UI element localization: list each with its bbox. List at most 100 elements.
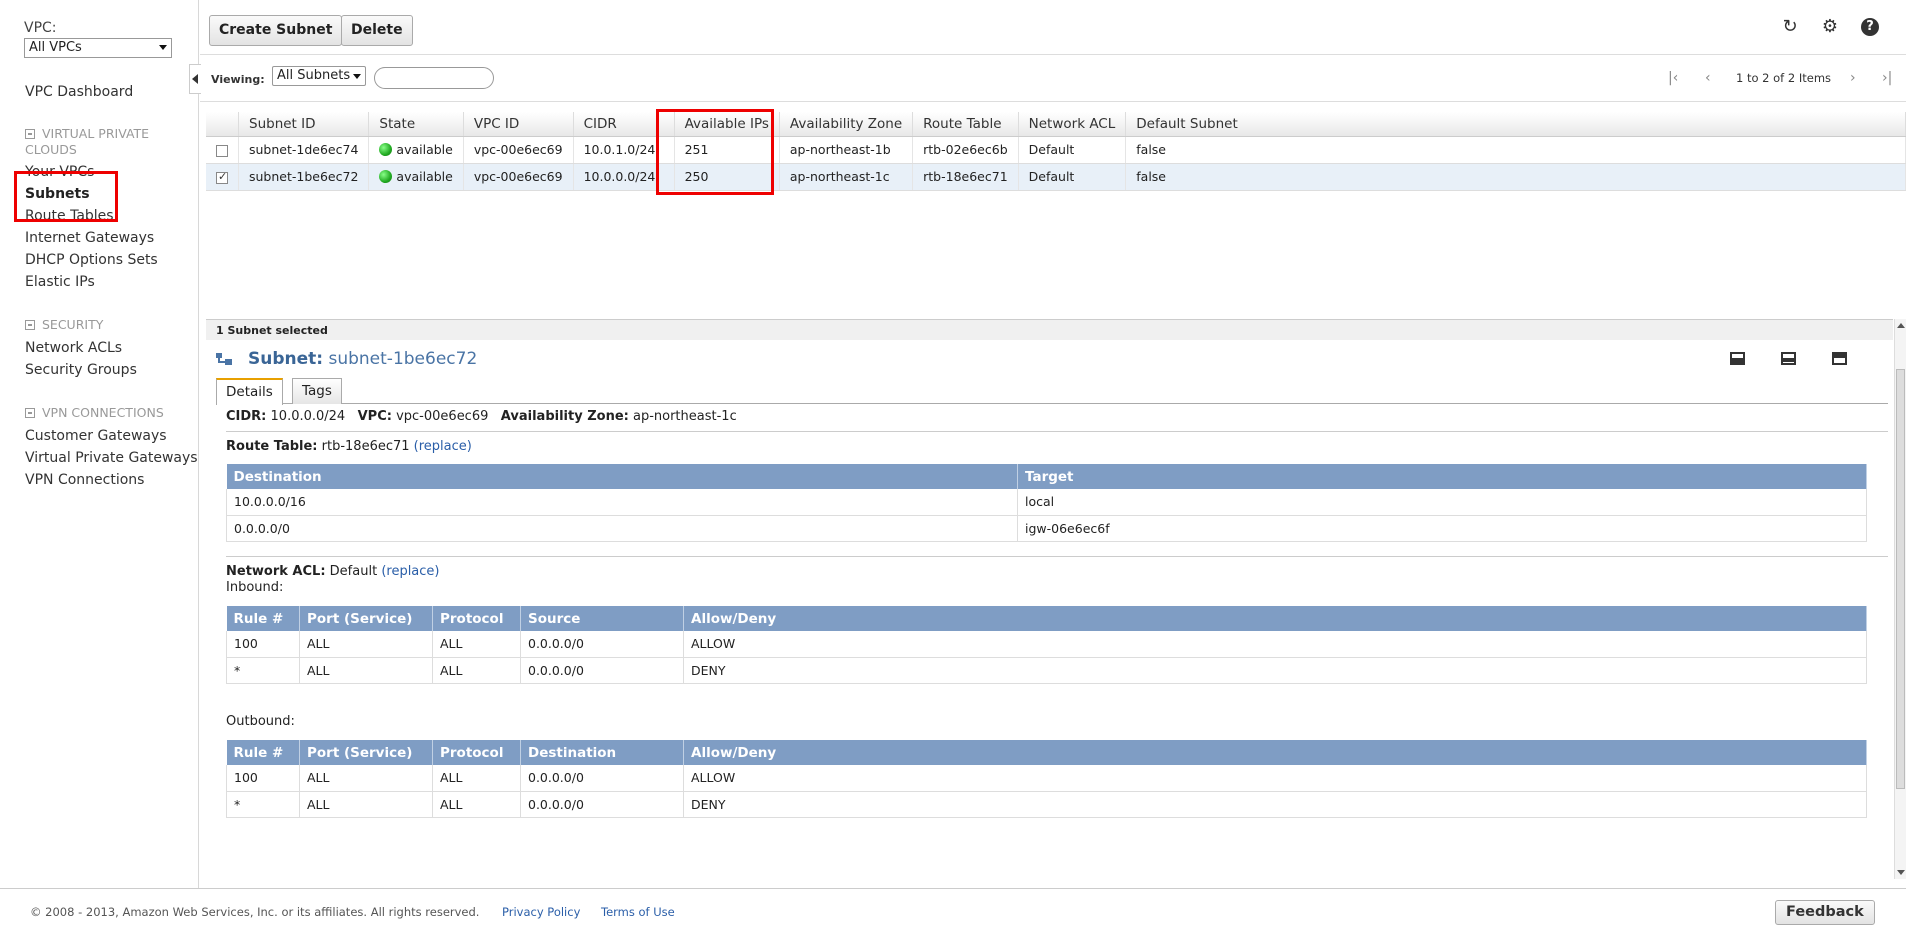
details-title-label: Subnet: xyxy=(248,349,324,369)
last-page-icon[interactable]: ›| xyxy=(1882,70,1892,86)
table-cell: DENY xyxy=(683,657,1867,684)
table-cell: ALL xyxy=(299,631,433,658)
state-text: available xyxy=(396,169,453,184)
section-virtual-private-clouds[interactable]: VIRTUAL PRIVATE CLOUDS xyxy=(25,126,175,158)
collapse-icon[interactable] xyxy=(25,408,35,418)
cidr-cell: 10.0.1.0/24 xyxy=(573,136,675,164)
sidebar-item-vpc-dashboard[interactable]: VPC Dashboard xyxy=(25,84,133,100)
state-cell: available xyxy=(368,163,464,191)
first-page-icon[interactable]: |‹ xyxy=(1668,70,1678,86)
table-cell: ALL xyxy=(432,791,521,818)
column-header: Destination xyxy=(520,740,684,765)
sidebar-item-vpn-connections[interactable]: VPN Connections xyxy=(25,472,144,488)
sidebar-item-internet-gateways[interactable]: Internet Gateways xyxy=(25,230,154,246)
terms-of-use-link[interactable]: Terms of Use xyxy=(601,905,675,919)
scrollbar-thumb[interactable] xyxy=(1896,369,1905,789)
viewing-select-value: All Subnets xyxy=(277,68,351,83)
scroll-up-icon[interactable] xyxy=(1897,323,1905,328)
pane-split-icon[interactable] xyxy=(1781,352,1796,365)
details-scrollbar[interactable] xyxy=(1894,319,1906,879)
viewing-select[interactable]: All Subnets xyxy=(272,66,366,86)
column-header[interactable]: Subnet ID xyxy=(238,112,370,137)
tab-tags[interactable]: Tags xyxy=(292,378,342,404)
default-subnet-cell: false xyxy=(1125,136,1906,164)
sidebar-item-network-acls[interactable]: Network ACLs xyxy=(25,340,122,356)
feedback-button[interactable]: Feedback xyxy=(1775,900,1875,925)
create-subnet-button[interactable]: Create Subnet xyxy=(209,15,343,46)
pagination-text: 1 to 2 of 2 Items xyxy=(1736,71,1832,85)
column-header[interactable]: CIDR xyxy=(573,112,675,137)
column-header[interactable]: Available IPs xyxy=(674,112,780,137)
details-title-value: subnet-1be6ec72 xyxy=(328,349,478,369)
table-row: 0.0.0.0/0 igw-06e6ec6f xyxy=(226,515,1867,542)
table-cell: ALL xyxy=(432,631,521,658)
subnet-icon xyxy=(216,353,232,367)
next-page-icon[interactable]: › xyxy=(1850,70,1856,86)
scroll-down-icon[interactable] xyxy=(1897,870,1905,875)
row-checkbox[interactable] xyxy=(216,170,228,184)
sidebar-item-customer-gateways[interactable]: Customer Gateways xyxy=(25,428,167,444)
sidebar-item-route-tables[interactable]: Route Tables xyxy=(25,208,114,224)
copyright-text: © 2008 - 2013, Amazon Web Services, Inc.… xyxy=(30,905,480,919)
table-row: * ALL ALL 0.0.0.0/0 DENY xyxy=(226,657,1867,684)
sidebar-item-virtual-private-gateways[interactable]: Virtual Private Gateways xyxy=(25,450,198,466)
privacy-policy-link[interactable]: Privacy Policy xyxy=(502,905,580,919)
network-acl-line: Network ACL: Default (replace) xyxy=(226,564,440,579)
route-table-label: Route Table: xyxy=(226,439,318,454)
route-table: Destination Target 10.0.0.0/16 local 0.0… xyxy=(226,464,1867,542)
table-header-row: Destination Target xyxy=(226,464,1867,489)
table-cell: ALLOW xyxy=(683,631,1867,658)
replace-network-acl-link[interactable]: (replace) xyxy=(381,564,439,579)
details-tabs: Details Tags xyxy=(216,378,1888,405)
sidebar-item-subnets[interactable]: Subnets xyxy=(25,186,90,202)
pane-bottom-icon[interactable] xyxy=(1730,352,1745,365)
table-cell: igw-06e6ec6f xyxy=(1017,515,1867,542)
row-checkbox[interactable] xyxy=(216,144,228,157)
column-header[interactable]: Default Subnet xyxy=(1125,112,1906,137)
cidr-cell: 10.0.0.0/24 xyxy=(573,163,675,191)
table-row[interactable]: subnet-1be6ec72 available vpc-00e6ec69 1… xyxy=(206,163,1906,191)
table-header-row: Subnet ID State VPC ID CIDR Available IP… xyxy=(206,112,1906,137)
search-input[interactable] xyxy=(374,67,494,89)
pane-top-icon[interactable] xyxy=(1832,352,1847,365)
selection-status-bar[interactable]: 1 Subnet selected xyxy=(206,319,1893,340)
table-cell: 10.0.0.0/16 xyxy=(226,489,1018,516)
available-ips-cell: 251 xyxy=(674,136,780,164)
table-row[interactable]: subnet-1de6ec74 available vpc-00e6ec69 1… xyxy=(206,136,1906,164)
vpc-id-cell: vpc-00e6ec69 xyxy=(463,136,574,164)
table-cell: 0.0.0.0/0 xyxy=(520,631,684,658)
table-cell: 100 xyxy=(226,765,300,792)
section-vpn-connections[interactable]: VPN CONNECTIONS xyxy=(25,405,164,421)
route-table-cell: rtb-02e6ec6b xyxy=(912,136,1019,164)
column-header: Rule # xyxy=(226,606,300,631)
column-header[interactable]: VPC ID xyxy=(463,112,574,137)
cidr-value: 10.0.0.0/24 xyxy=(270,409,346,424)
column-header[interactable]: Network ACL xyxy=(1018,112,1127,137)
table-cell: local xyxy=(1017,489,1867,516)
refresh-icon[interactable]: ↻ xyxy=(1780,17,1800,37)
subnet-id-cell: subnet-1be6ec72 xyxy=(238,163,370,191)
section-security[interactable]: SECURITY xyxy=(25,317,103,333)
network-acl-label: Network ACL: xyxy=(226,564,326,579)
tab-details[interactable]: Details xyxy=(216,378,283,405)
sidebar-item-your-vpcs[interactable]: Your VPCs xyxy=(25,164,94,180)
column-header[interactable]: State xyxy=(368,112,464,137)
sidebar-item-security-groups[interactable]: Security Groups xyxy=(25,362,137,378)
sidebar-item-elastic-ips[interactable]: Elastic IPs xyxy=(25,274,95,290)
column-header: Port (Service) xyxy=(299,740,433,765)
collapse-icon[interactable] xyxy=(25,129,35,139)
replace-route-table-link[interactable]: (replace) xyxy=(414,439,472,454)
vpc-id-cell: vpc-00e6ec69 xyxy=(463,163,574,191)
column-header[interactable]: Route Table xyxy=(912,112,1019,137)
gear-icon[interactable]: ⚙ xyxy=(1820,17,1840,37)
column-header: Protocol xyxy=(432,606,521,631)
acl-cell: Default xyxy=(1018,163,1127,191)
delete-button[interactable]: Delete xyxy=(341,15,413,46)
vpc-filter-select[interactable]: All VPCs xyxy=(24,38,172,58)
sidebar-item-dhcp-options-sets[interactable]: DHCP Options Sets xyxy=(25,252,158,268)
prev-page-icon[interactable]: ‹ xyxy=(1705,70,1711,86)
column-header[interactable]: Availability Zone xyxy=(779,112,914,137)
table-cell: 0.0.0.0/0 xyxy=(520,657,684,684)
help-icon[interactable]: ? xyxy=(1861,18,1879,36)
collapse-icon[interactable] xyxy=(25,320,35,330)
